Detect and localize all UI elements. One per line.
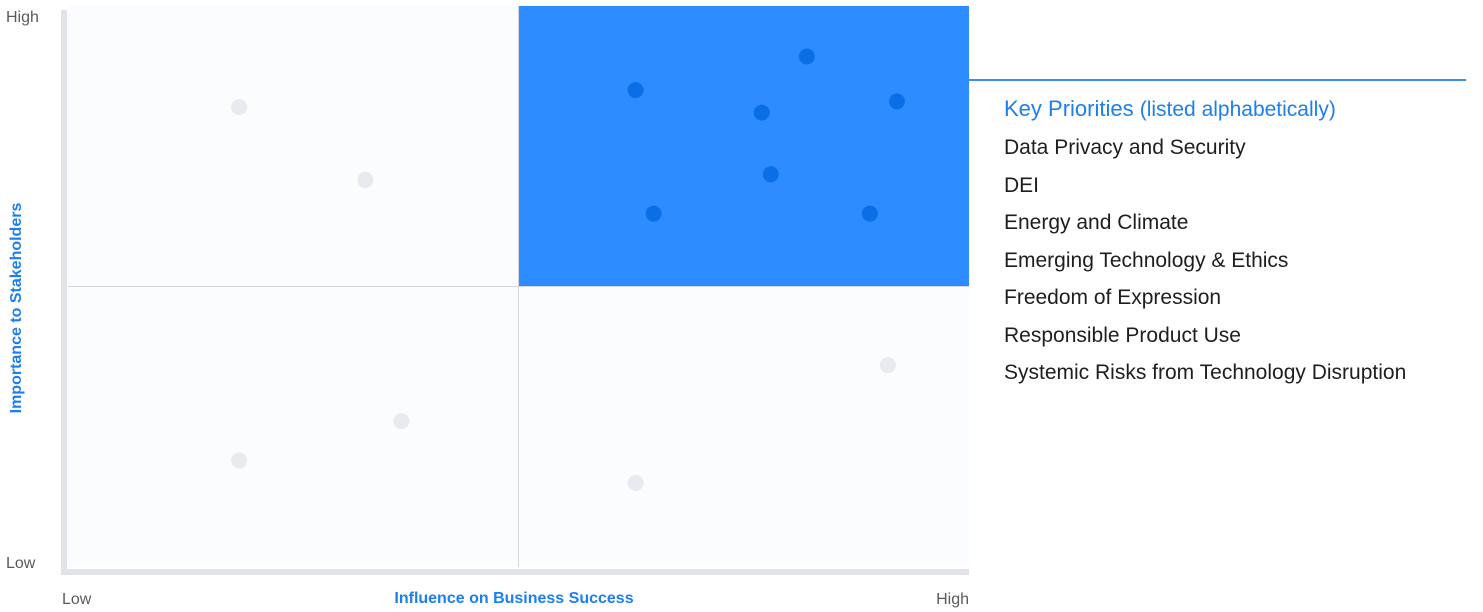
x-axis-bar [61,569,969,575]
legend-item: Responsible Product Use [1004,323,1241,347]
x-tick-low: Low [62,591,92,608]
priority-point-4 [753,104,770,121]
legend-item: Freedom of Expression [1004,286,1222,309]
x-tick-high: High [936,591,969,608]
other-point-3 [879,357,896,374]
legend-item: Systemic Risks from Technology Disruptio… [1004,361,1407,384]
other-point-4 [393,413,410,430]
key-priorities-legend: Key Priorities (listed alphabetically) D… [1004,94,1474,392]
other-point-2 [357,171,374,188]
priority-point-6 [645,205,662,222]
x-axis-label: Influence on Business Success [394,590,633,607]
legend-title-note: (listed alphabetically) [1139,98,1336,121]
y-axis-label: Importance to Stakeholders [8,203,25,414]
legend-list: Data Privacy and Security DEI Energy and… [1004,129,1474,392]
priority-point-2 [798,48,815,65]
y-axis-bar [61,10,67,575]
legend-title: Key Priorities [1004,96,1134,121]
other-point-1 [231,98,248,115]
priority-point-5 [762,166,779,183]
other-point-6 [627,474,644,491]
priority-point-1 [627,82,644,99]
highlight-quadrant [518,6,969,287]
legend-item: Emerging Technology & Ethics [1004,248,1289,272]
other-point-5 [231,452,248,469]
legend-item: Data Privacy and Security [1004,136,1246,159]
legend-heading: Key Priorities (listed alphabetically) [1004,94,1474,125]
priority-point-7 [861,205,878,222]
legend-item: Energy and Climate [1004,211,1189,234]
priority-point-3 [888,93,905,110]
legend-item: DEI [1004,173,1040,197]
y-tick-low: Low [6,555,36,572]
y-tick-high: High [6,9,39,26]
